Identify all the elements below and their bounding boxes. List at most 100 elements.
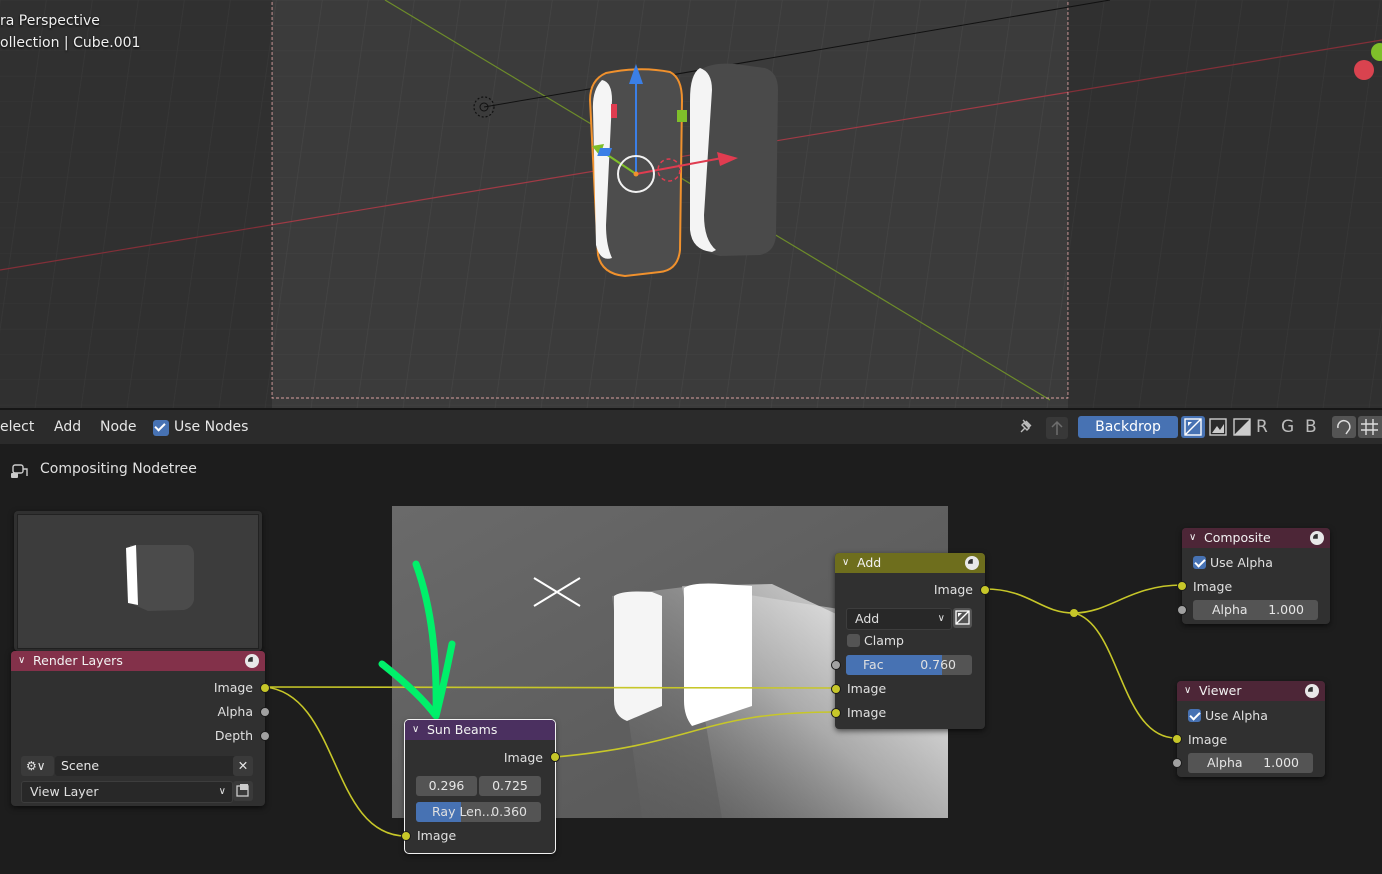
add-output-socket[interactable] <box>980 585 990 595</box>
channel-b-button[interactable]: B <box>1305 416 1323 438</box>
composite-header[interactable]: ∨ Composite <box>1182 528 1330 548</box>
collapse-chevron-icon[interactable]: ∨ <box>412 720 419 740</box>
viewer-alpha-field[interactable]: Alpha 1.000 <box>1188 753 1313 773</box>
ray-length-slider[interactable]: Ray Len... 0.360 <box>416 802 541 822</box>
input-image-2-label: Image <box>847 705 887 720</box>
composite-image-socket[interactable] <box>1177 581 1187 591</box>
source-y-field[interactable]: 0.725 <box>479 776 541 796</box>
menu-select[interactable]: elect <box>0 410 34 444</box>
composite-node[interactable]: ∨ Composite Use Alpha Image Alpha 1.000 <box>1182 528 1330 624</box>
composite-alpha-socket[interactable] <box>1177 605 1187 615</box>
node-title: Render Layers <box>33 653 123 668</box>
menu-node[interactable]: Node <box>100 410 137 444</box>
render-layers-alpha-socket[interactable] <box>260 707 270 717</box>
backdrop-alpha-icon[interactable] <box>1207 416 1229 438</box>
collapse-chevron-icon[interactable]: ∨ <box>1184 681 1191 701</box>
clamp-label: Clamp <box>864 633 904 648</box>
add-fac-socket[interactable] <box>831 660 841 670</box>
render-layers-header[interactable]: ∨ Render Layers <box>11 651 265 671</box>
input-image-1-label: Image <box>847 681 887 696</box>
collapse-chevron-icon[interactable]: ∨ <box>1189 528 1196 548</box>
sun-beams-input-socket[interactable] <box>401 831 411 841</box>
alpha-value: 1.000 <box>1268 602 1304 617</box>
3d-viewport[interactable]: ra Perspective ollection | Cube.001 <box>0 0 1382 408</box>
composite-alpha-field[interactable]: Alpha 1.000 <box>1193 600 1318 620</box>
channel-g-button[interactable]: G <box>1281 416 1299 438</box>
render-layers-image-socket[interactable] <box>260 683 270 693</box>
menu-add[interactable]: Add <box>54 410 81 444</box>
output-alpha-label: Alpha <box>217 704 253 719</box>
gizmo-icon[interactable] <box>1332 416 1356 438</box>
parent-up-icon[interactable] <box>1046 417 1068 439</box>
node-editor-canvas[interactable]: Compositing Nodetree ∨ Render Layers Ima… <box>0 444 1382 874</box>
ray-length-label: Ray Len... <box>432 804 494 819</box>
view-layer-browse-icon[interactable] <box>233 781 253 801</box>
viewer-node[interactable]: ∨ Viewer Use Alpha Image Alpha 1.000 <box>1177 681 1325 777</box>
channel-r-button[interactable]: R <box>1256 416 1274 438</box>
clamp-checkbox[interactable] <box>847 634 860 650</box>
output-image-label: Image <box>933 582 973 597</box>
blend-mode-dropdown[interactable]: Add ∨ <box>846 608 952 630</box>
use-nodes-label: Use Nodes <box>174 419 249 435</box>
output-image-label: Image <box>503 750 543 765</box>
sun-beams-output-socket[interactable] <box>550 752 560 762</box>
chevron-down-icon: ∨ <box>218 786 226 797</box>
input-image-label: Image <box>1193 579 1233 594</box>
viewer-use-alpha-checkbox[interactable] <box>1188 709 1201 725</box>
output-image-label: Image <box>213 680 253 695</box>
viewer-image-socket[interactable] <box>1172 734 1182 744</box>
fac-value: 0.760 <box>920 657 956 672</box>
backdrop-button[interactable]: Backdrop <box>1078 416 1178 438</box>
alpha-label: Alpha <box>1212 602 1248 617</box>
backdrop-rgba-icon[interactable] <box>1231 416 1253 438</box>
viewport-object-info: ollection | Cube.001 <box>0 35 141 51</box>
render-layers-node[interactable]: ∨ Render Layers Image Alpha Depth ⚙∨ Sce… <box>11 651 265 806</box>
view-layer-dropdown[interactable]: View Layer ∨ <box>21 781 233 803</box>
output-depth-label: Depth <box>214 728 253 743</box>
preview-toggle-icon[interactable] <box>245 654 259 668</box>
node-title: Composite <box>1204 530 1271 545</box>
preview-toggle-icon[interactable] <box>1305 684 1319 698</box>
use-alpha-toggle-icon[interactable] <box>953 608 972 628</box>
fac-slider[interactable]: Fac 0.760 <box>846 655 972 675</box>
render-layers-depth-socket[interactable] <box>260 731 270 741</box>
use-nodes-checkbox[interactable] <box>153 420 169 440</box>
collapse-chevron-icon[interactable]: ∨ <box>842 553 849 573</box>
node-title: Viewer <box>1199 683 1242 698</box>
backdrop-rgb-icon[interactable] <box>1181 416 1205 438</box>
view-layer-value: View Layer <box>30 784 99 799</box>
pin-icon[interactable] <box>1017 418 1035 436</box>
grid-icon[interactable] <box>1358 416 1382 438</box>
viewer-header[interactable]: ∨ Viewer <box>1177 681 1325 701</box>
blend-mode-value: Add <box>855 611 880 626</box>
use-alpha-label: Use Alpha <box>1210 555 1273 570</box>
node-editor-header: elect Add Node Use Nodes Backdrop R G B <box>0 410 1382 444</box>
composite-use-alpha-checkbox[interactable] <box>1193 556 1206 572</box>
scene-type-icon[interactable]: ⚙∨ <box>21 756 54 776</box>
clear-scene-icon[interactable]: ✕ <box>233 756 253 776</box>
input-image-label: Image <box>1188 732 1228 747</box>
add-header[interactable]: ∨ Add <box>835 553 985 573</box>
add-mix-node[interactable]: ∨ Add Image Add ∨ Clamp Fac 0.760 Image … <box>835 553 985 729</box>
render-layers-preview <box>14 511 262 651</box>
ray-length-value: 0.360 <box>491 804 527 819</box>
alpha-value: 1.000 <box>1263 755 1299 770</box>
fac-label: Fac <box>863 657 884 672</box>
viewer-alpha-socket[interactable] <box>1172 758 1182 768</box>
add-image-1-socket[interactable] <box>831 684 841 694</box>
node-title: Sun Beams <box>427 722 498 737</box>
viewport-view-name: ra Perspective <box>0 13 100 29</box>
alpha-label: Alpha <box>1207 755 1243 770</box>
preview-toggle-icon[interactable] <box>965 556 979 570</box>
sun-beams-node[interactable]: ∨ Sun Beams Image 0.296 0.725 Ray Len...… <box>404 719 556 854</box>
source-x-field[interactable]: 0.296 <box>416 776 477 796</box>
viewport-scene <box>0 0 1382 408</box>
chevron-down-icon: ∨ <box>937 613 945 624</box>
use-alpha-label: Use Alpha <box>1205 708 1268 723</box>
scene-field[interactable]: Scene <box>55 756 237 776</box>
collapse-chevron-icon[interactable]: ∨ <box>18 651 25 671</box>
add-image-2-socket[interactable] <box>831 708 841 718</box>
node-title: Add <box>857 555 882 570</box>
sun-beams-header[interactable]: ∨ Sun Beams <box>405 720 555 740</box>
preview-toggle-icon[interactable] <box>1310 531 1324 545</box>
